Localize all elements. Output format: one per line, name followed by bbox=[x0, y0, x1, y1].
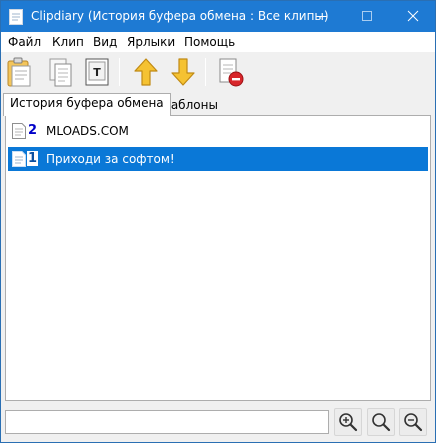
menu-clip[interactable]: Клип bbox=[52, 35, 84, 49]
toolbar-separator bbox=[119, 58, 120, 86]
paste-button[interactable] bbox=[5, 56, 33, 88]
zoom-reset-button[interactable] bbox=[367, 408, 395, 436]
clip-number: 1 bbox=[27, 151, 39, 166]
zoom-reset-icon bbox=[372, 413, 391, 432]
svg-text:T: T bbox=[93, 66, 101, 79]
bottom-bar bbox=[1, 403, 435, 442]
copy-icon bbox=[49, 58, 72, 87]
search-input[interactable] bbox=[5, 410, 329, 434]
clip-text: Приходи за софтом! bbox=[46, 152, 175, 166]
app-window: Clipdiary (История буфера обмена : Все к… bbox=[0, 0, 436, 443]
menu-bar: Файл Клип Вид Ярлыки Помощь bbox=[1, 32, 435, 52]
tab-strip: История буфера обмена Шаблоны bbox=[1, 93, 435, 116]
zoom-in-button[interactable] bbox=[334, 408, 362, 436]
clip-list: 2 MLOADS.COM 1 Приходи за софтом! bbox=[5, 115, 431, 401]
maximize-button[interactable] bbox=[344, 1, 389, 32]
clip-number: 2 bbox=[28, 123, 38, 138]
menu-shortcuts[interactable]: Ярлыки bbox=[127, 35, 175, 49]
toolbar: T bbox=[1, 52, 435, 92]
zoom-in-icon bbox=[339, 413, 358, 432]
text-clip-icon bbox=[12, 123, 26, 139]
title-bar[interactable]: Clipdiary (История буфера обмена : Все к… bbox=[1, 1, 435, 32]
minimize-button[interactable] bbox=[299, 1, 344, 32]
move-up-button[interactable] bbox=[132, 56, 160, 88]
zoom-out-icon bbox=[404, 413, 423, 432]
list-item[interactable]: 2 MLOADS.COM bbox=[8, 119, 428, 143]
zoom-out-button[interactable] bbox=[399, 408, 427, 436]
text-clip-icon bbox=[12, 151, 26, 167]
tab-clipboard-history[interactable]: История буфера обмена bbox=[3, 93, 171, 116]
move-down-icon bbox=[171, 58, 195, 86]
paste-icon bbox=[7, 57, 31, 87]
close-icon bbox=[407, 10, 419, 22]
toolbar-separator bbox=[205, 58, 206, 86]
app-icon bbox=[9, 9, 23, 25]
move-down-button[interactable] bbox=[169, 56, 197, 88]
copy-button[interactable] bbox=[47, 56, 75, 88]
maximize-icon bbox=[362, 11, 372, 21]
minimize-icon bbox=[317, 16, 327, 17]
delete-clip-icon bbox=[219, 58, 244, 87]
clip-text: MLOADS.COM bbox=[46, 124, 129, 138]
plain-text-icon: T bbox=[85, 58, 109, 86]
menu-file[interactable]: Файл bbox=[8, 35, 41, 49]
window-title: Clipdiary (История буфера обмена : Все к… bbox=[31, 9, 329, 23]
delete-clip-button[interactable] bbox=[217, 56, 245, 88]
menu-help[interactable]: Помощь bbox=[184, 35, 235, 49]
move-up-icon bbox=[134, 58, 158, 86]
list-item[interactable]: 1 Приходи за софтом! bbox=[8, 147, 428, 171]
close-button[interactable] bbox=[390, 1, 435, 32]
plain-text-button[interactable]: T bbox=[83, 56, 111, 88]
menu-view[interactable]: Вид bbox=[93, 35, 117, 49]
